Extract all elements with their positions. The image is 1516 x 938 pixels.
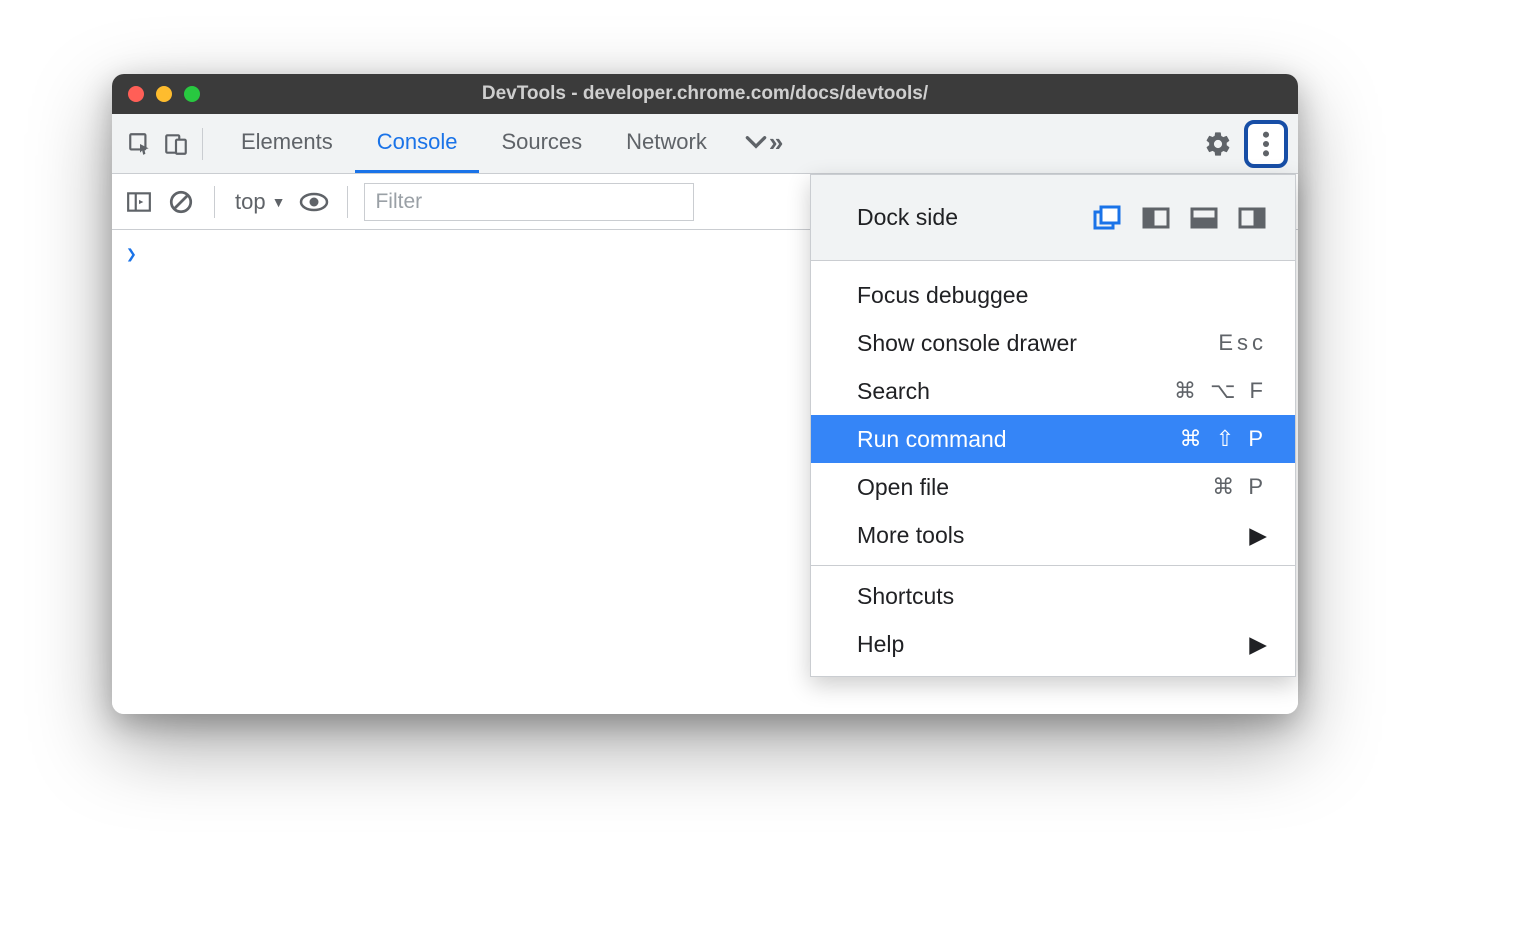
toolbar-separator: [202, 128, 203, 160]
dropdown-triangle-icon: ▼: [272, 194, 286, 210]
submenu-arrow-icon: ▶: [1249, 631, 1267, 658]
device-toolbar-icon[interactable]: [158, 126, 194, 162]
panel-tabs: Elements Console Sources Network »: [219, 114, 797, 173]
menu-shortcuts[interactable]: Shortcuts: [811, 572, 1295, 620]
shortcut-label: Esc: [1218, 330, 1267, 356]
more-options-button[interactable]: [1244, 120, 1288, 168]
vertical-dots-icon: [1262, 130, 1270, 158]
filter-input[interactable]: [364, 183, 694, 221]
window-minimize-button[interactable]: [156, 86, 172, 102]
devtools-window: DevTools - developer.chrome.com/docs/dev…: [112, 74, 1298, 714]
tab-network[interactable]: Network: [604, 114, 729, 173]
more-options-menu: Dock side: [810, 174, 1296, 677]
context-label: top: [235, 189, 266, 215]
dock-side-label: Dock side: [857, 204, 958, 231]
traffic-lights: [128, 86, 200, 102]
menu-run-command[interactable]: Run command ⌘ ⇧ P: [811, 415, 1295, 463]
clear-console-icon[interactable]: [164, 185, 198, 219]
tab-overflow[interactable]: »: [729, 114, 797, 173]
shortcut-label: ⌘ ⇧ P: [1180, 426, 1267, 452]
dock-right-icon[interactable]: [1237, 206, 1267, 230]
settings-icon[interactable]: [1200, 126, 1236, 162]
menu-help[interactable]: Help ▶: [811, 620, 1295, 668]
menu-search[interactable]: Search ⌘ ⌥ F: [811, 367, 1295, 415]
console-prompt-icon: ❯: [126, 244, 137, 265]
live-expression-icon[interactable]: [297, 185, 331, 219]
shortcut-label: ⌘ ⌥ F: [1174, 378, 1267, 404]
window-maximize-button[interactable]: [184, 86, 200, 102]
tab-console[interactable]: Console: [355, 114, 480, 173]
menu-separator: [811, 565, 1295, 566]
menu-focus-debuggee[interactable]: Focus debuggee: [811, 271, 1295, 319]
menu-open-file[interactable]: Open file ⌘ P: [811, 463, 1295, 511]
submenu-arrow-icon: ▶: [1249, 522, 1267, 549]
tab-elements[interactable]: Elements: [219, 114, 355, 173]
window-title: DevTools - developer.chrome.com/docs/dev…: [112, 83, 1298, 105]
shortcut-label: ⌘ P: [1212, 474, 1267, 500]
main-toolbar: Elements Console Sources Network »: [112, 114, 1298, 174]
menu-show-console-drawer[interactable]: Show console drawer Esc: [811, 319, 1295, 367]
menu-more-tools[interactable]: More tools ▶: [811, 511, 1295, 559]
dock-left-icon[interactable]: [1141, 206, 1171, 230]
tab-sources[interactable]: Sources: [479, 114, 604, 173]
subbar-separator: [214, 186, 215, 218]
titlebar: DevTools - developer.chrome.com/docs/dev…: [112, 74, 1298, 114]
dock-side-row: Dock side: [811, 175, 1295, 261]
dock-undock-icon[interactable]: [1093, 206, 1123, 230]
toggle-sidebar-icon[interactable]: [122, 185, 156, 219]
dock-bottom-icon[interactable]: [1189, 206, 1219, 230]
inspect-element-icon[interactable]: [122, 126, 158, 162]
subbar-separator-2: [347, 186, 348, 218]
context-selector[interactable]: top ▼: [231, 189, 289, 215]
window-close-button[interactable]: [128, 86, 144, 102]
